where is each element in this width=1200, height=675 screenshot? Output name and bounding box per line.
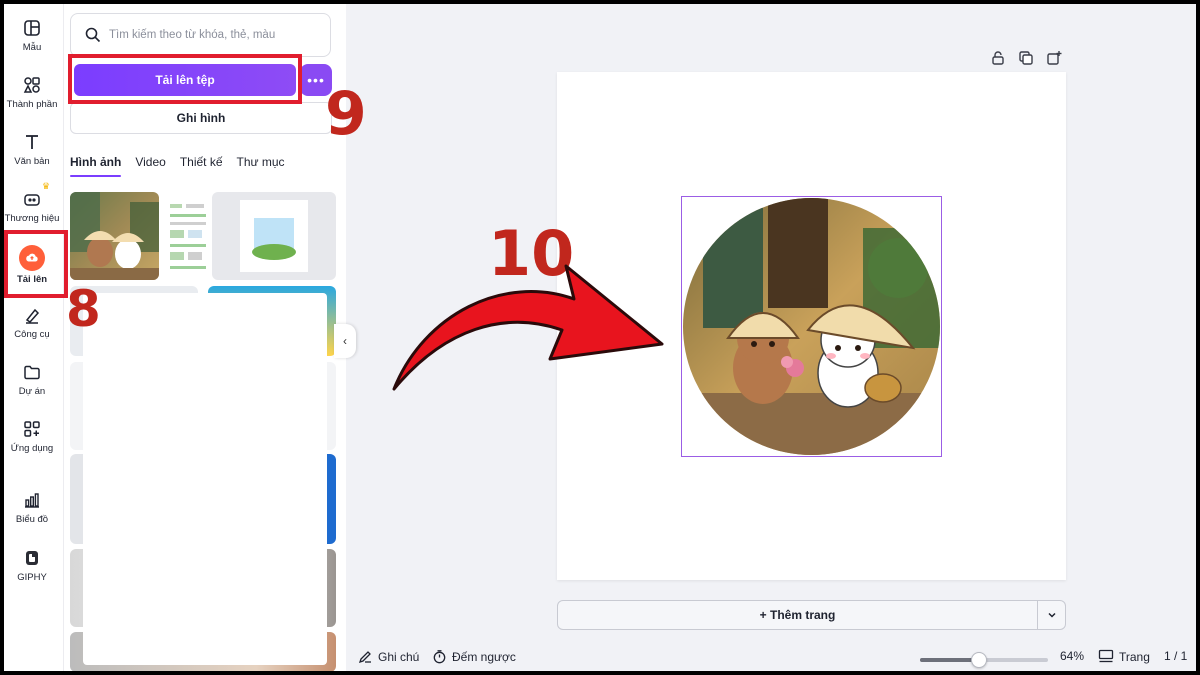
page-counter-value: 1 / 1	[1164, 649, 1188, 663]
uploaded-design-thumbnail[interactable]	[212, 192, 336, 280]
uploaded-image-thumbnail[interactable]	[70, 192, 159, 280]
text-icon	[26, 135, 38, 149]
nav-item-label: Văn bản	[14, 156, 50, 167]
nav-item-label: Mẫu	[22, 42, 42, 53]
elements-icon	[23, 77, 40, 93]
nav-item-label: Ứng dụng	[10, 443, 54, 454]
add-page-button[interactable]: + Thêm trang	[557, 600, 1038, 630]
pages-label: Trang	[1119, 649, 1150, 664]
tab-designs[interactable]: Thiết kế	[180, 155, 223, 181]
search-icon	[85, 27, 101, 43]
nav-item-brand[interactable]: ♛ Thương hiệu	[4, 181, 60, 224]
timer-button[interactable]: Đếm ngược	[432, 649, 516, 664]
nav-item-label: Thành phần	[6, 99, 58, 110]
page-counter: 1 / 1	[1164, 649, 1187, 663]
nav-item-label: Thương hiệu	[4, 213, 60, 224]
timer-label: Đếm ngược	[452, 649, 516, 664]
zoom-slider-handle[interactable]	[970, 652, 987, 668]
nav-item-label: GIPHY	[17, 572, 47, 583]
highlight-upload-button	[68, 54, 302, 104]
collapse-panel-button[interactable]: ‹	[334, 324, 356, 358]
nav-rail: Mẫu Thành phần Văn bản ♛ Thương hiệu Tải…	[4, 4, 64, 671]
folder-icon	[24, 365, 40, 380]
pages-icon	[1098, 649, 1114, 663]
nav-item-giphy[interactable]: GIPHY	[4, 548, 60, 583]
step-number-8: 8	[66, 280, 101, 338]
blank-overlay	[83, 293, 327, 665]
nav-item-label: Công cụ	[14, 329, 50, 340]
page-tools	[990, 50, 1062, 66]
zoom-level-value: 64%	[1060, 649, 1085, 663]
nav-item-tools[interactable]: Công cụ	[4, 305, 60, 340]
selection-box	[681, 196, 942, 457]
add-page-icon[interactable]	[1046, 50, 1062, 66]
uploads-panel: Tìm kiếm theo từ khóa, thẻ, màu Tải lên …	[64, 4, 346, 671]
notes-icon	[358, 651, 371, 664]
brand-icon	[24, 194, 40, 206]
search-placeholder: Tìm kiếm theo từ khóa, thẻ, màu	[109, 29, 276, 41]
nav-item-label: Dự án	[18, 386, 46, 397]
canva-editor-window: Mẫu Thành phần Văn bản ♛ Thương hiệu Tải…	[4, 4, 1196, 671]
zoom-level[interactable]: 64%	[1060, 649, 1084, 663]
bottom-bar: Ghi chú Đếm ngược 64% Trang 1 / 1	[346, 647, 1196, 671]
add-page-options-button[interactable]	[1038, 600, 1066, 630]
chevron-down-icon	[1047, 612, 1056, 618]
nav-item-apps[interactable]: Ứng dụng	[4, 419, 60, 454]
chevron-left-icon: ‹	[343, 334, 347, 348]
nav-item-charts[interactable]: Biểu đồ	[4, 490, 60, 525]
bar-chart-icon	[25, 493, 39, 508]
tab-folders[interactable]: Thư mục	[237, 155, 285, 181]
media-tabs: Hình ảnh Video Thiết kế Thư mục	[70, 155, 285, 181]
nav-item-label: Biểu đồ	[15, 514, 49, 525]
bear-illustration	[70, 192, 159, 280]
tab-images[interactable]: Hình ảnh	[70, 155, 122, 181]
crown-icon: ♛	[42, 181, 51, 191]
nav-item-elements[interactable]: Thành phần	[4, 75, 60, 110]
apps-icon	[24, 421, 40, 437]
giphy-icon	[26, 551, 38, 565]
tab-videos[interactable]: Video	[135, 155, 165, 181]
nav-item-templates[interactable]: Mẫu	[4, 18, 60, 53]
record-button[interactable]: Ghi hình	[70, 102, 332, 134]
notes-label: Ghi chú	[378, 649, 420, 664]
stopwatch-icon	[433, 650, 446, 664]
step-number-9: 9	[325, 79, 367, 149]
duplicate-page-icon[interactable]	[1018, 50, 1034, 66]
lock-icon[interactable]	[990, 50, 1006, 66]
nav-item-text[interactable]: Văn bản	[4, 132, 60, 167]
uploaded-document-thumbnail[interactable]	[164, 192, 212, 280]
search-input[interactable]: Tìm kiếm theo từ khóa, thẻ, màu	[70, 13, 331, 57]
annotation-arrow	[392, 264, 664, 391]
pen-tool-icon	[25, 308, 40, 324]
notes-button[interactable]: Ghi chú	[358, 649, 419, 664]
document-preview	[170, 204, 206, 269]
template-icon	[24, 20, 40, 36]
pages-button[interactable]: Trang	[1098, 649, 1150, 664]
design-preview	[240, 200, 308, 272]
highlight-uploads-nav	[4, 230, 68, 298]
nav-item-projects[interactable]: Dự án	[4, 362, 60, 397]
